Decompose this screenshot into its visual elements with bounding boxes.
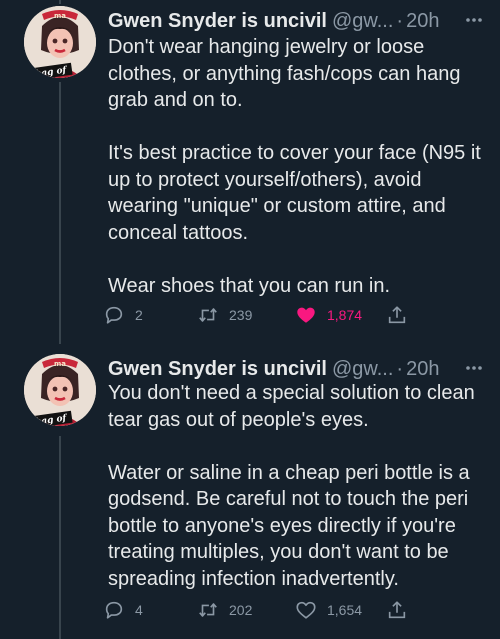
avatar-image: ma a bag of (24, 6, 96, 78)
retweet-count: 202 (229, 602, 253, 618)
tweet-paragraph: You don't need a special solution to cle… (108, 382, 475, 431)
share-button[interactable] (386, 300, 408, 330)
retweet-icon (199, 308, 217, 322)
avatar-image: ma a bag of (24, 354, 96, 426)
avatar[interactable]: ma a bag of (24, 354, 96, 426)
retweet-button[interactable]: 239 (197, 300, 252, 330)
tweet-paragraph: It's best practice to cover your face (N… (108, 142, 481, 244)
separator-dot: · (396, 357, 404, 380)
like-count: 1,874 (327, 307, 363, 323)
reply-count: 2 (135, 307, 143, 323)
reply-button[interactable]: 4 (103, 595, 143, 625)
share-icon (388, 306, 406, 324)
retweet-button[interactable]: 202 (197, 595, 252, 625)
avatar[interactable]: ma a bag of (24, 6, 96, 78)
tweet-paragraph: Wear shoes that you can run in. (108, 274, 391, 297)
heart-icon (297, 307, 315, 323)
author-name[interactable]: Gwen Snyder is uncivil (108, 358, 327, 381)
thread-line-top (59, 0, 61, 4)
svg-text:ma: ma (54, 12, 66, 20)
more-icon[interactable] (462, 8, 486, 32)
reply-icon (105, 306, 123, 324)
timestamp[interactable]: 20h (406, 358, 439, 381)
retweet-icon (199, 603, 217, 617)
tweet-header: Gwen Snyder is uncivil @gw... · 20h (108, 6, 500, 36)
like-button[interactable]: 1,654 (295, 595, 362, 625)
tweet-paragraph: Water or saline in a cheap peri bottle i… (108, 461, 470, 590)
tweet[interactable]: ma a bag of Gwen Snyder is uncivil @gw..… (0, 354, 500, 639)
share-icon (388, 601, 406, 619)
reply-icon (105, 601, 123, 619)
reply-button[interactable]: 2 (103, 300, 143, 330)
author-handle[interactable]: @gw... (332, 10, 393, 33)
tweet-text: You don't need a special solution to cle… (108, 380, 484, 592)
timestamp[interactable]: 20h (406, 10, 439, 33)
share-button[interactable] (386, 595, 408, 625)
retweet-count: 239 (229, 307, 253, 323)
like-button[interactable]: 1,874 (295, 300, 362, 330)
author-handle[interactable]: @gw... (332, 358, 393, 381)
like-count: 1,654 (327, 602, 363, 618)
separator-dot: · (396, 9, 404, 32)
heart-icon (296, 601, 316, 619)
reply-count: 4 (135, 602, 143, 618)
tweet-text: Don't wear hanging jewelry or loose clot… (108, 34, 484, 299)
tweet-paragraph: Don't wear hanging jewelry or loose clot… (108, 36, 461, 111)
tweet[interactable]: ma a bag of Gwen Snyder is uncivil @gw..… (0, 6, 500, 336)
svg-text:ma: ma (54, 360, 66, 368)
author-name[interactable]: Gwen Snyder is uncivil (108, 10, 327, 33)
more-icon[interactable] (462, 356, 486, 380)
